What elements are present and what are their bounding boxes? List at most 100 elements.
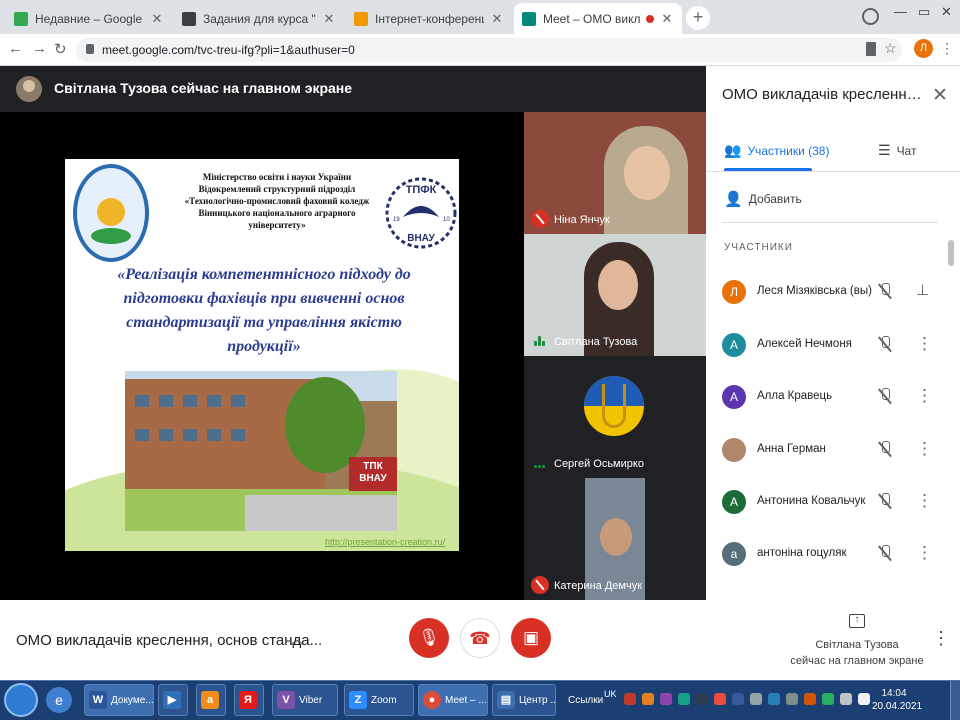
more-options-icon[interactable]: ⋮ <box>916 440 933 458</box>
participant-tile-name: Ніна Янчук <box>554 214 610 226</box>
taskbar-item-media[interactable]: ▶ <box>158 684 188 716</box>
volume-icon[interactable] <box>858 693 870 705</box>
camera-toggle-button[interactable]: ▣ <box>511 618 551 658</box>
participant-name: антоніна гоцуляк <box>757 547 847 559</box>
meeting-name[interactable]: ОМО викладачів креслення, основ станда..… <box>16 632 322 649</box>
close-icon[interactable]: ✕ <box>150 11 164 27</box>
more-options-icon[interactable]: ⋮ <box>916 544 933 562</box>
taskbar-item-yandex[interactable]: Я <box>234 684 264 716</box>
taskbar-item-network[interactable]: ▤ Центр ... <box>492 684 556 716</box>
participant-tile[interactable]: Катерина Демчук <box>524 478 706 600</box>
camera-in-use-icon[interactable] <box>866 42 876 56</box>
panel-scrollbar[interactable] <box>948 240 954 266</box>
profile-avatar[interactable]: Л <box>914 39 933 58</box>
tray-app-icon[interactable] <box>696 693 708 705</box>
tab-google-meet[interactable]: Meet – ОМО викладачів кре ✕ <box>514 3 682 34</box>
ukraine-trident-avatar <box>584 376 644 436</box>
tray-alert-icon[interactable] <box>642 693 654 705</box>
tray-app-icon[interactable] <box>750 693 762 705</box>
tab-participants[interactable]: 👥 Участники (38) <box>724 142 829 159</box>
taskbar-clock[interactable]: 14:04 20.04.2021 <box>872 687 922 713</box>
more-options-icon[interactable]: ⋮ <box>916 335 933 353</box>
avatar: а <box>722 542 746 566</box>
participant-row[interactable]: Л Леся Мізяківська (вы) ⊥ <box>706 268 960 320</box>
chrome-icon: ● <box>423 691 441 709</box>
participant-tile[interactable]: Ніна Янчук <box>524 112 706 234</box>
forward-icon[interactable]: → <box>32 40 47 57</box>
participant-tile[interactable]: Світлана Тузова <box>524 234 706 356</box>
taskbar-item-zoom[interactable]: Z Zoom <box>344 684 414 716</box>
network-icon[interactable] <box>840 693 852 705</box>
taskbar-item-avast[interactable]: a <box>196 684 226 716</box>
participant-row[interactable]: А Алла Кравець ⋮ <box>706 373 960 425</box>
add-people-button[interactable]: 👤 Добавить <box>724 190 802 208</box>
profile-icon[interactable] <box>862 8 879 25</box>
maximize-icon[interactable]: ▭ <box>918 4 930 20</box>
tab-classroom[interactable]: Задания для курса "Хімія 111 гр ✕ <box>174 3 344 34</box>
tray-app-icon[interactable] <box>768 693 780 705</box>
links-toolbar[interactable]: Ссылки <box>568 695 603 706</box>
tray-app-icon[interactable] <box>804 693 816 705</box>
bluetooth-icon[interactable] <box>786 693 798 705</box>
participant-tile-name: Катерина Демчук <box>554 580 642 592</box>
tab-google-drive[interactable]: Недавние – Google Диск ✕ <box>6 3 172 34</box>
tab-chat[interactable]: ☰ Чат <box>878 142 916 159</box>
tab-conference[interactable]: Інтернет-конференція: Сучасні ✕ <box>346 3 512 34</box>
recording-dot-icon <box>646 14 654 23</box>
mic-toggle-button[interactable]: 🎙 <box>409 618 449 658</box>
tray-shield-icon[interactable] <box>624 693 636 705</box>
minimize-icon[interactable]: — <box>894 4 907 19</box>
presenting-status[interactable]: Світлана Тузова сейчас на главном экране <box>780 637 934 669</box>
participant-row[interactable]: а антоніна гоцуляк ⋮ <box>706 530 960 582</box>
participant-row[interactable]: А Алексей Нечмоня ⋮ <box>706 321 960 373</box>
college-logo-icon: ТПФК ВНАУ 19 10 <box>385 177 457 249</box>
presentation-slide: Міністерство освіти і науки України Відо… <box>65 159 459 551</box>
more-options-icon[interactable]: ⋮ <box>932 628 950 649</box>
tab-participants-label: Участники (38) <box>747 143 830 158</box>
tray-vk-icon[interactable] <box>732 693 744 705</box>
participant-tile[interactable]: Сергей Осьмирко <box>524 356 706 478</box>
close-icon[interactable]: ✕ <box>322 11 336 27</box>
taskbar-label: Zoom <box>371 694 397 706</box>
slide-watermark-link: http://presentation-creation.ru/ <box>325 537 446 547</box>
more-options-icon[interactable]: ⋮ <box>916 492 933 510</box>
tray-app-icon[interactable] <box>714 693 726 705</box>
start-button[interactable] <box>4 683 38 717</box>
participant-row[interactable]: А Антонина Ковальчук ⋮ <box>706 478 960 530</box>
present-screen-icon[interactable]: ↑ <box>849 614 865 628</box>
pin-icon[interactable]: ⊥ <box>916 282 929 300</box>
new-tab-button[interactable]: + <box>686 6 710 30</box>
tray-app-icon[interactable] <box>822 693 834 705</box>
speaking-indicator-icon <box>534 458 546 468</box>
yandex-icon: Я <box>239 691 257 709</box>
close-icon[interactable]: ✕ <box>660 11 674 27</box>
show-desktop-button[interactable] <box>950 681 960 720</box>
taskbar-item-viber[interactable]: V Viber <box>272 684 338 716</box>
google-meet-icon <box>522 11 536 26</box>
taskbar-item-word[interactable]: W Докуме... <box>84 684 154 716</box>
classroom-icon <box>182 11 196 26</box>
tab-title: Meet – ОМО викладачів кре <box>543 11 641 26</box>
edge-icon[interactable]: e <box>46 687 72 713</box>
language-indicator[interactable]: UK <box>604 689 617 699</box>
tray-app-icon[interactable] <box>678 693 690 705</box>
slide-ministry-text: Міністерство освіти і науки України Відо… <box>184 172 370 230</box>
bookmark-star-icon[interactable]: ☆ <box>884 40 897 57</box>
close-panel-icon[interactable]: ✕ <box>932 84 948 107</box>
back-icon[interactable]: ← <box>8 40 23 57</box>
close-icon[interactable]: ✕ <box>490 11 504 27</box>
participant-row[interactable]: Анна Герман ⋮ <box>706 426 960 478</box>
browser-menu-icon[interactable]: ⋮ <box>940 40 954 57</box>
viber-icon: V <box>277 691 295 709</box>
close-window-icon[interactable]: ✕ <box>941 4 952 20</box>
taskbar-item-chrome[interactable]: ● Meet – ... <box>418 684 488 716</box>
building-sign: ТПК ВНАУ <box>349 457 397 491</box>
lock-icon <box>86 44 94 54</box>
more-options-icon[interactable]: ⋮ <box>916 387 933 405</box>
chevron-up-icon[interactable]: ︿ <box>290 629 304 649</box>
reload-icon[interactable]: ↻ <box>54 40 67 58</box>
leave-call-button[interactable]: ☎ <box>460 618 500 658</box>
tray-viber-icon[interactable] <box>660 693 672 705</box>
mic-off-icon <box>878 440 892 458</box>
address-bar[interactable]: meet.google.com/tvc-treu-ifg?pli=1&authu… <box>76 38 902 62</box>
